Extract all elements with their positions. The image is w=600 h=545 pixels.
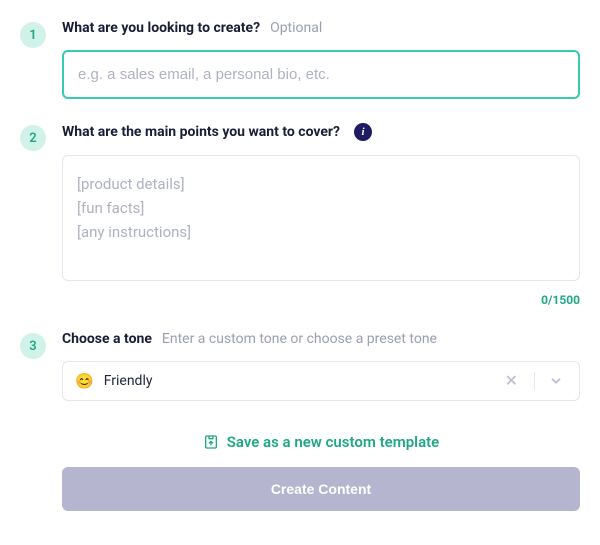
step-1-label-row: What are you looking to create? Optional: [62, 20, 580, 36]
step-tone: 3 Choose a tone Enter a custom tone or c…: [20, 331, 580, 401]
points-textarea[interactable]: [62, 155, 580, 281]
step-body-3: Choose a tone Enter a custom tone or cho…: [62, 331, 580, 401]
step-2-label: What are the main points you want to cov…: [62, 124, 340, 140]
step-1-label: What are you looking to create?: [62, 20, 260, 36]
tone-select[interactable]: 😊 Friendly ✕: [62, 361, 580, 401]
tone-value: Friendly: [104, 373, 489, 389]
step-3-label: Choose a tone: [62, 331, 152, 347]
step-badge-1: 1: [20, 22, 46, 48]
create-input[interactable]: [62, 50, 580, 99]
step-2-label-row: What are the main points you want to cov…: [62, 123, 580, 141]
save-icon: [203, 434, 219, 450]
step-3-hint: Enter a custom tone or choose a preset t…: [162, 331, 437, 347]
char-counter: 0/1500: [62, 293, 580, 307]
step-1-optional: Optional: [270, 20, 322, 36]
step-badge-3: 3: [20, 333, 46, 359]
save-template-label: Save as a new custom template: [227, 433, 440, 451]
step-create: 1 What are you looking to create? Option…: [20, 20, 580, 99]
create-content-button[interactable]: Create Content: [62, 467, 580, 511]
step-body-1: What are you looking to create? Optional: [62, 20, 580, 99]
bottom-area: Save as a new custom template Create Con…: [20, 433, 580, 511]
step-points: 2 What are the main points you want to c…: [20, 123, 580, 307]
step-body-2: What are the main points you want to cov…: [62, 123, 580, 307]
info-icon[interactable]: i: [354, 123, 372, 141]
tone-emoji-icon: 😊: [75, 372, 94, 390]
step-badge-2: 2: [20, 125, 46, 151]
step-3-label-row: Choose a tone Enter a custom tone or cho…: [62, 331, 580, 347]
chevron-down-icon[interactable]: [545, 374, 567, 388]
tone-divider: [534, 372, 535, 390]
save-template-link[interactable]: Save as a new custom template: [62, 433, 580, 451]
clear-icon[interactable]: ✕: [499, 373, 524, 389]
